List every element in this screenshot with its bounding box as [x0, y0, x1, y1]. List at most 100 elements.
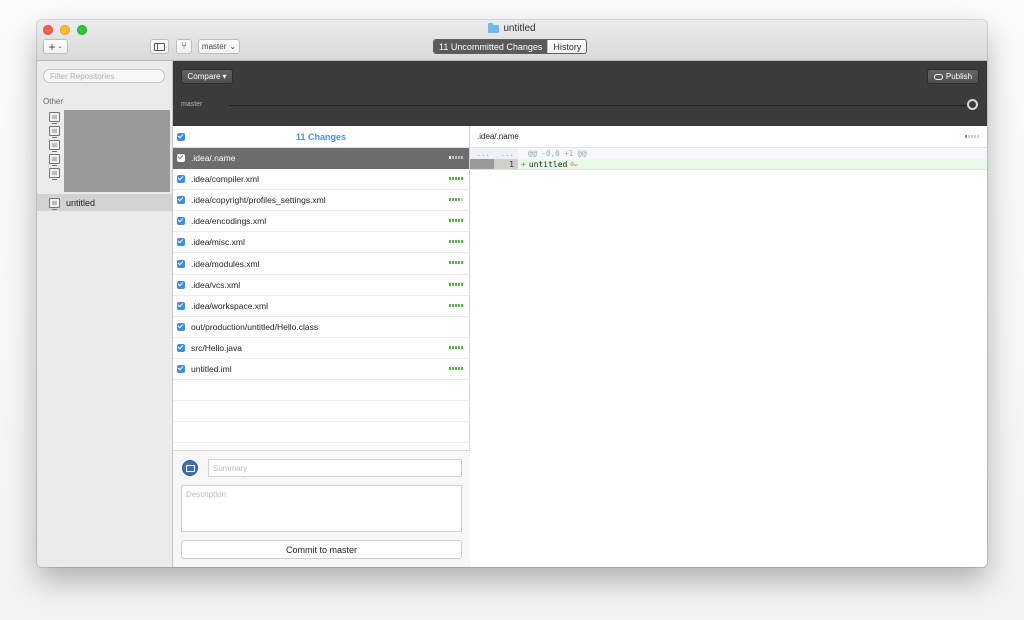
filter-repositories-input[interactable]: Filter Repositories — [43, 69, 165, 83]
diffstat-added-square — [449, 240, 451, 244]
diffstat-added-square — [452, 345, 454, 349]
changed-file-row[interactable]: .idea/compiler.xml — [173, 169, 469, 191]
diffstat — [449, 345, 463, 349]
diffstat-added-square — [452, 282, 454, 286]
include-file-checkbox[interactable] — [177, 238, 185, 247]
diffstat-added-square — [449, 156, 451, 159]
changed-files-list: .idea/.name .idea/compiler.xml .idea/copyr… — [173, 148, 469, 444]
changed-file-row[interactable]: out/production/untitled/Hello.class — [173, 317, 469, 338]
hunk-header-text: @@ -0,0 +1 @@ — [528, 149, 587, 158]
diffstat — [449, 303, 463, 307]
redacted-repository-names — [64, 110, 170, 192]
branch-timeline — [229, 105, 969, 106]
add-repository-button[interactable]: + ⌄ — [43, 39, 68, 54]
tab-uncommitted-changes[interactable]: 11 Uncommitted Changes — [434, 40, 548, 53]
diffstat-added-square — [455, 177, 457, 181]
diffstat-added-square — [449, 261, 451, 265]
diffstat-added-square — [458, 303, 460, 307]
changed-file-row[interactable]: .idea/workspace.xml — [173, 296, 469, 317]
diffstat — [449, 156, 463, 159]
diffstat-added-square — [458, 240, 460, 244]
line-number-gutter: ... ... — [470, 148, 518, 159]
changed-file-row[interactable]: .idea/modules.xml — [173, 253, 469, 275]
repository-icon[interactable] — [49, 168, 60, 180]
diffstat-added-square — [455, 219, 457, 223]
diffstat-empty-square — [974, 135, 976, 138]
diff-panel: .idea/.name ... ... @@ -0,0 +1 @@ 1 + un… — [470, 126, 987, 567]
main-content: Compare ▾ Publish master 11 Changes .ide… — [173, 61, 987, 567]
changes-header: 11 Changes — [173, 126, 469, 148]
publish-button[interactable]: Publish — [927, 69, 979, 84]
diffstat-added-square — [455, 345, 457, 349]
commit-button[interactable]: Commit to master — [181, 540, 462, 559]
commit-node[interactable] — [967, 99, 978, 110]
changed-file-row[interactable]: src/Hello.java — [173, 338, 469, 359]
cloud-upload-icon — [933, 73, 943, 80]
diffstat-added-square — [458, 345, 460, 349]
diffstat-empty-square — [461, 198, 463, 202]
diffstat-added-square — [455, 366, 457, 370]
changed-file-row[interactable]: .idea/misc.xml — [173, 232, 469, 254]
diffstat — [449, 282, 463, 286]
include-file-checkbox[interactable] — [177, 175, 185, 184]
diffstat — [449, 177, 463, 181]
include-file-checkbox[interactable] — [177, 343, 185, 352]
branch-button[interactable]: ⑂ — [176, 39, 192, 54]
include-file-checkbox[interactable] — [177, 154, 185, 163]
include-file-checkbox[interactable] — [177, 259, 185, 268]
diffstat-empty-square — [968, 135, 970, 138]
changed-file-row[interactable]: .idea/copyright/profiles_settings.xml — [173, 190, 469, 212]
diffstat-added-square — [455, 261, 457, 265]
changed-file-name: .idea/compiler.xml — [191, 174, 260, 185]
branch-selector[interactable]: master ⌄ — [198, 39, 240, 54]
chevron-down-icon: ⌄ — [229, 42, 237, 51]
changed-file-name: .idea/workspace.xml — [191, 300, 269, 311]
old-line-number: ... — [476, 149, 490, 158]
changes-panel: 11 Changes .idea/.name .idea/compiler.xml… — [173, 126, 470, 567]
include-file-checkbox[interactable] — [177, 322, 185, 331]
diffstat-added-square — [458, 261, 460, 265]
toggle-sidebar-button[interactable] — [150, 39, 169, 54]
window-title: untitled — [37, 22, 987, 34]
commit-form: Summary Description Commit to master — [173, 450, 470, 567]
changed-file-row[interactable]: .idea/encodings.xml — [173, 211, 469, 233]
repository-icon[interactable] — [49, 154, 60, 166]
description-input[interactable]: Description — [181, 485, 462, 532]
diffstat — [965, 135, 979, 138]
diffstat — [449, 261, 463, 265]
repository-icon[interactable] — [49, 140, 60, 152]
diffstat-added-square — [455, 303, 457, 307]
window-title-text: untitled — [503, 23, 536, 34]
repository-icon[interactable] — [49, 112, 60, 124]
diffstat — [449, 240, 463, 244]
title-bar: untitled + ⌄ ⑂ master ⌄ 11 Uncommitted C… — [37, 20, 987, 61]
changed-file-row[interactable]: untitled.iml — [173, 359, 469, 381]
diffstat-empty-square — [452, 156, 454, 159]
changed-file-row[interactable]: .idea/vcs.xml — [173, 275, 469, 296]
tab-history[interactable]: History — [547, 40, 587, 53]
diffstat-added-square — [452, 198, 454, 202]
select-all-checkbox[interactable] — [177, 133, 185, 141]
view-switcher: 11 Uncommitted Changes History — [433, 39, 588, 54]
diffstat-added-square — [452, 366, 454, 370]
diffstat-added-square — [449, 366, 451, 370]
repository-icon[interactable] — [49, 126, 60, 138]
diffstat-added-square — [461, 303, 463, 307]
changed-file-row[interactable]: .idea/.name — [173, 148, 469, 170]
summary-input[interactable]: Summary — [208, 459, 462, 477]
changed-file-name: untitled.iml — [191, 363, 232, 374]
include-file-checkbox[interactable] — [177, 196, 185, 205]
sidebar-item-untitled[interactable]: untitled — [37, 194, 172, 211]
diffstat-added-square — [458, 219, 460, 223]
include-file-checkbox[interactable] — [177, 217, 185, 226]
diffstat-added-square — [458, 282, 460, 286]
compare-button[interactable]: Compare ▾ — [181, 69, 233, 84]
added-line[interactable]: 1 + untitled ⊘↵ — [470, 159, 987, 170]
include-file-checkbox[interactable] — [177, 301, 185, 310]
repository-sidebar: Filter Repositories Other untitled — [37, 61, 173, 567]
include-file-checkbox[interactable] — [177, 364, 185, 373]
include-file-checkbox[interactable] — [177, 280, 185, 289]
diffstat-added-square — [452, 177, 454, 181]
empty-list-row — [173, 401, 469, 423]
added-line-sign: + — [521, 159, 526, 169]
